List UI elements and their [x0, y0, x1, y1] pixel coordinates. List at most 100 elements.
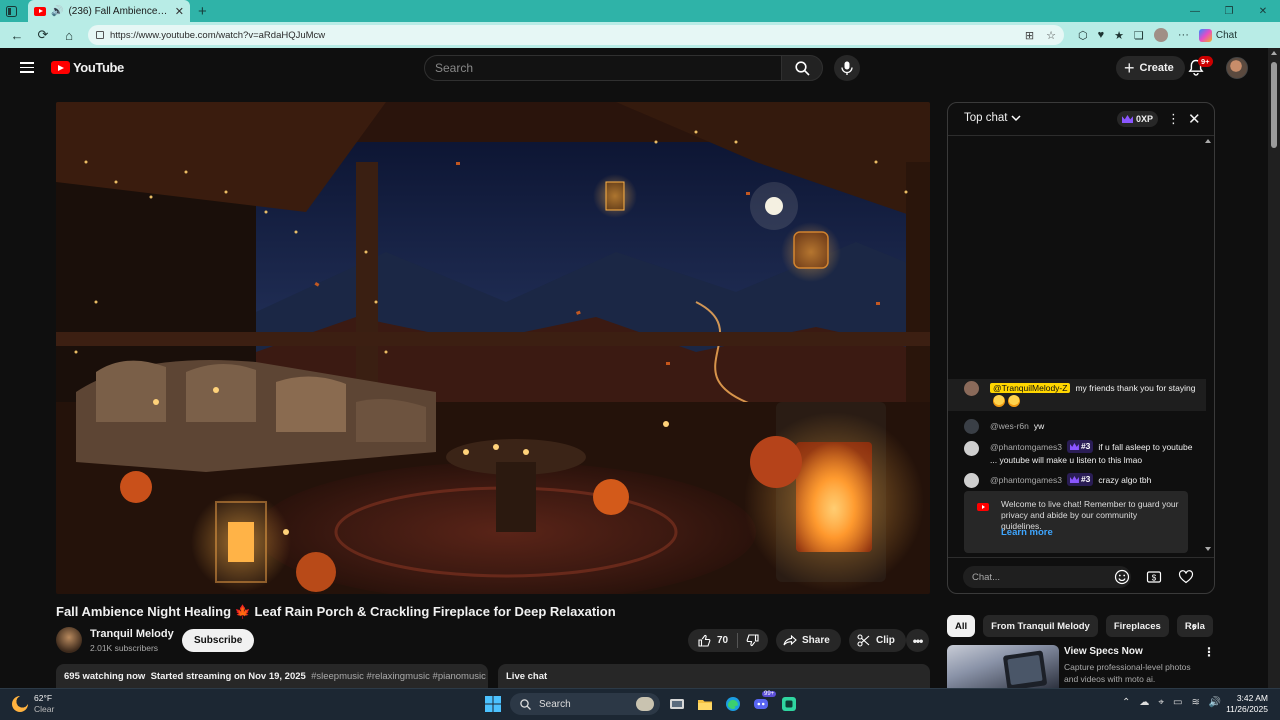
like-button[interactable]: 70 [688, 633, 739, 648]
youtube-logo[interactable]: YouTube [51, 60, 124, 75]
start-windows-icon[interactable] [482, 693, 504, 715]
rank-badge: #3 [1066, 440, 1094, 453]
chip-from-channel[interactable]: From Tranquil Melody [983, 615, 1098, 637]
tab-close-icon[interactable]: ✕ [175, 5, 184, 18]
channel-avatar[interactable] [56, 627, 82, 653]
voice-search-button[interactable] [834, 55, 860, 81]
chat-message[interactable]: @phantomgames3 #3 crazy algo tbh [948, 471, 1206, 489]
back-button[interactable]: ← [6, 24, 28, 46]
chat-more-options-icon[interactable]: ⋮ [1167, 112, 1180, 125]
chat-mode-dropdown[interactable]: Top chat [964, 112, 1022, 124]
tray-overflow-icon[interactable]: ⌃ [1122, 697, 1130, 708]
chat-message[interactable]: @TranquilMelody-Z my friends thank you fo… [948, 379, 1206, 411]
discord-icon[interactable]: 99+ [750, 691, 777, 715]
speaker-icon[interactable]: 🔊 [1209, 697, 1221, 708]
chat-author[interactable]: @phantomgames3 [990, 442, 1062, 452]
share-button[interactable]: Share [776, 629, 841, 652]
tab-actions-icon[interactable] [0, 0, 22, 22]
page-scrollbar[interactable] [1268, 48, 1280, 688]
copilot-chat-button[interactable]: Chat [1198, 28, 1237, 42]
learn-more-link[interactable]: Learn more [1001, 527, 1053, 538]
youtube-page: YouTube + Create 9+ [0, 48, 1280, 688]
notifications-button[interactable]: 9+ [1188, 56, 1213, 79]
xp-badge[interactable]: 0XP [1117, 111, 1159, 127]
more-actions-button[interactable]: ••• [906, 629, 929, 652]
account-avatar[interactable] [1226, 57, 1248, 79]
search-box[interactable] [424, 55, 782, 81]
phone-link-icon[interactable]: ▭ [1173, 697, 1182, 708]
system-tray: ⌃ ☁ ⌖ ▭ ≋ 🔊 [1122, 697, 1221, 708]
browser-tab-active[interactable]: 🔊 (236) Fall Ambience Night H... ✕ [28, 0, 190, 22]
onedrive-icon[interactable]: ☁ [1139, 697, 1149, 708]
taskbar-search[interactable]: Search [510, 693, 660, 715]
home-button[interactable]: ⌂ [58, 24, 80, 46]
chat-scroll-up-arrow[interactable] [1205, 139, 1211, 143]
chips-next-icon[interactable]: › [1192, 618, 1197, 634]
copilot-icon [1198, 28, 1212, 42]
subscribe-button[interactable]: Subscribe [182, 629, 255, 652]
create-button[interactable]: + Create [1116, 56, 1185, 80]
hashtags[interactable]: #sleepmusic #relaxingmusic #pianomusic [311, 671, 486, 682]
chat-close-icon[interactable]: ✕ [1188, 110, 1201, 128]
chat-author[interactable]: @wes-r6n [990, 421, 1029, 431]
ad-more-options-icon[interactable]: ⋮ [1203, 645, 1215, 659]
description-box[interactable]: 695 watching now Started streaming on No… [56, 664, 488, 688]
chat-message[interactable]: @phantomgames3 #3 if u fall asleep to yout… [948, 439, 1206, 467]
chat-input[interactable] [963, 566, 1131, 588]
refresh-button[interactable]: ⟳ [32, 24, 54, 46]
new-tab-button[interactable]: + [198, 3, 207, 20]
browser-essentials-icon[interactable]: ♥ [1098, 29, 1105, 41]
app-available-icon[interactable]: ⊞ [1025, 29, 1034, 42]
chat-message[interactable]: @wes-r6n yw [948, 417, 1206, 435]
heart-icon[interactable] [1178, 569, 1194, 585]
file-explorer-icon[interactable] [694, 693, 716, 715]
chat-scroll-down-arrow[interactable] [1205, 547, 1211, 551]
weather-widget[interactable]: 62°F Clear [12, 693, 54, 715]
live-chat-replay-header[interactable]: Live chat [498, 664, 930, 688]
url-text[interactable]: https://www.youtube.com/watch?v=aRdaHQJu… [110, 30, 1019, 41]
chip-all[interactable]: All [947, 615, 976, 637]
lock-icon[interactable] [96, 31, 104, 39]
window-close-button[interactable]: ✕ [1246, 6, 1280, 17]
dislike-button[interactable] [738, 634, 759, 647]
masthead: YouTube + Create 9+ [0, 48, 1268, 88]
channel-name[interactable]: Tranquil Melody [90, 628, 174, 640]
super-chat-icon[interactable]: $ [1146, 569, 1162, 585]
scroll-up-arrow[interactable] [1271, 51, 1277, 55]
ad-thumbnail[interactable] [947, 645, 1059, 688]
taskbar-clock[interactable]: 3:42 AM 11/26/2025 [1222, 693, 1268, 715]
minimize-button[interactable]: — [1178, 6, 1212, 17]
settings-more-icon[interactable]: ··· [1178, 29, 1189, 41]
search-input[interactable] [435, 61, 781, 75]
favorite-star-icon[interactable]: ☆ [1046, 29, 1056, 42]
ad-title[interactable]: View Specs Now [1064, 646, 1143, 657]
chat-author-owner[interactable]: @TranquilMelody-Z [990, 383, 1071, 393]
edge-browser-icon[interactable] [722, 693, 744, 715]
task-view-icon[interactable] [666, 693, 688, 715]
audio-playing-icon[interactable]: 🔊 [51, 6, 63, 17]
menu-icon[interactable] [20, 62, 34, 73]
chat-author[interactable]: @phantomgames3 [990, 475, 1062, 485]
window-controls: — ❐ ✕ [1178, 6, 1280, 17]
maximize-button[interactable]: ❐ [1212, 6, 1246, 17]
search-highlight-icon [636, 697, 654, 711]
scrollbar-thumb[interactable] [1271, 62, 1277, 148]
wifi-icon[interactable]: ≋ [1191, 697, 1199, 708]
profile-avatar[interactable] [1153, 28, 1168, 42]
sponsored-card[interactable]: View Specs Now Capture professional-leve… [947, 645, 1215, 688]
chip-fireplaces[interactable]: Fireplaces [1105, 615, 1169, 637]
favorites-icon[interactable]: ★ [1114, 29, 1124, 42]
location-pin-icon[interactable]: ⌖ [1158, 697, 1164, 708]
search-button[interactable] [781, 55, 823, 81]
teams-chat-icon[interactable] [778, 693, 800, 715]
scissors-icon [857, 634, 870, 647]
video-player[interactable] [56, 102, 930, 594]
address-bar[interactable]: https://www.youtube.com/watch?v=aRdaHQJu… [88, 25, 1064, 45]
clip-button[interactable]: Clip [849, 629, 906, 652]
collections-icon[interactable]: ❏ [1134, 29, 1144, 42]
extensions-icon[interactable]: ⬡ [1078, 29, 1088, 42]
clock-time: 3:42 AM [1236, 693, 1268, 703]
related-filter-chips: All From Tranquil Melody Fireplaces Rela [947, 615, 1215, 637]
emoji-picker-icon[interactable] [1114, 569, 1130, 585]
taskbar-search-label: Search [539, 698, 571, 710]
